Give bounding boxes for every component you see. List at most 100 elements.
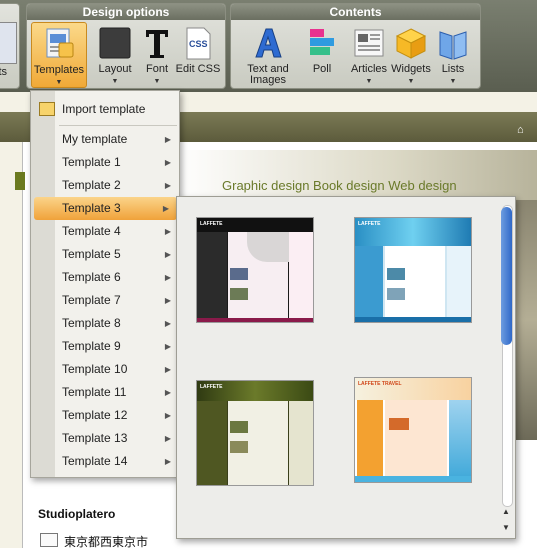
chevron-down-icon: ▼	[55, 79, 63, 86]
chevron-right-icon: ▶	[164, 296, 171, 305]
ribbon-partial-label: cts	[0, 66, 8, 78]
contents-group: Contents Text and Images Poll Articles ▼	[230, 3, 481, 89]
text-images-icon	[250, 26, 286, 62]
thumbnail-brand: LAFFETE TRAVEL	[358, 381, 402, 387]
menu-item-template-14[interactable]: Template 14 ▶	[31, 450, 179, 473]
contents-title: Contents	[231, 4, 480, 20]
menu-item-template-4[interactable]: Template 4 ▶	[31, 220, 179, 243]
import-template-icon	[39, 102, 55, 116]
chevron-right-icon: ▶	[164, 273, 171, 282]
menu-item-import-template[interactable]: Import template	[31, 95, 179, 123]
scroll-up-icon[interactable]: ▲	[500, 507, 512, 519]
menu-item-label: My template	[62, 132, 128, 146]
lists-label: Lists	[441, 63, 465, 75]
gallery-scrollbar[interactable]: ▲ ▼	[499, 205, 513, 535]
menu-item-label: Template 7	[62, 293, 121, 307]
widgets-icon	[393, 26, 429, 62]
edit-css-button[interactable]: CSS Edit CSS	[173, 22, 223, 88]
widgets-label: Widgets	[391, 63, 431, 75]
chevron-right-icon: ▶	[164, 434, 171, 443]
menu-item-label: Template 2	[62, 178, 121, 192]
menu-item-label: Template 13	[62, 431, 128, 445]
template-thumbnail[interactable]: LAFFETE	[354, 217, 472, 323]
studio-address: 東京都西東京市	[64, 535, 149, 549]
templates-icon	[41, 27, 77, 63]
chevron-right-icon: ▶	[164, 411, 171, 420]
menu-item-template-10[interactable]: Template 10 ▶	[31, 358, 179, 381]
layout-icon	[97, 26, 133, 62]
menu-item-label: Template 12	[62, 408, 128, 422]
scrollbar-thumb[interactable]	[501, 207, 512, 345]
menu-item-template-13[interactable]: Template 13 ▶	[31, 427, 179, 450]
menu-item-label: Template 10	[62, 362, 128, 376]
chevron-right-icon: ▶	[164, 250, 171, 259]
templates-label: Templates	[33, 64, 85, 76]
menu-item-label: Template 14	[62, 454, 128, 468]
chevron-right-icon: ▶	[162, 204, 169, 213]
font-icon	[139, 26, 175, 62]
font-label: Font	[145, 63, 168, 75]
site-nav-marker	[15, 172, 25, 190]
templates-menu: Import template My template ▶ Template 1 ▶…	[30, 90, 180, 478]
template-thumbnail[interactable]: LAFFETE	[196, 217, 314, 323]
text-images-button[interactable]: Text and Images	[239, 22, 297, 88]
poll-button[interactable]: Poll	[297, 22, 347, 88]
studio-name: Studioplatero	[38, 507, 116, 521]
menu-item-label: Template 6	[62, 270, 121, 284]
menu-item-template-5[interactable]: Template 5 ▶	[31, 243, 179, 266]
chevron-right-icon: ▶	[164, 135, 171, 144]
chevron-right-icon: ▶	[164, 158, 171, 167]
menu-item-label: Template 3	[62, 201, 121, 215]
menu-item-label: Template 4	[62, 224, 121, 238]
chevron-right-icon: ▶	[164, 457, 171, 466]
css-icon: CSS	[180, 26, 216, 62]
chevron-right-icon: ▶	[164, 365, 171, 374]
chevron-down-icon: ▼	[449, 78, 457, 85]
chevron-right-icon: ▶	[164, 319, 171, 328]
menu-item-template-1[interactable]: Template 1 ▶	[31, 151, 179, 174]
thumbnail-brand: LAFFETE	[358, 221, 381, 227]
menu-item-template-11[interactable]: Template 11 ▶	[31, 381, 179, 404]
menu-item-label: Template 1	[62, 155, 121, 169]
lists-icon	[435, 26, 471, 62]
text-images-label: Text and Images	[247, 63, 289, 86]
articles-icon	[351, 26, 387, 62]
design-options-group: Design options Templates ▼ Layout ▼ Font…	[26, 3, 226, 89]
address-card-icon	[40, 533, 58, 547]
site-tagline: Graphic design Book design Web design	[222, 178, 457, 193]
import-template-label: Import template	[62, 102, 146, 116]
chevron-right-icon: ▶	[164, 181, 171, 190]
menu-item-my-template[interactable]: My template ▶	[31, 128, 179, 151]
design-options-title: Design options	[27, 4, 225, 20]
menu-item-template-6[interactable]: Template 6 ▶	[31, 266, 179, 289]
menu-item-template-7[interactable]: Template 7 ▶	[31, 289, 179, 312]
template-thumbnail[interactable]: LAFFETE	[196, 380, 314, 486]
template-gallery-panel: LAFFETE LAFFETE LAFFETE LAFFETE TRAVEL ▲…	[176, 196, 516, 539]
ribbon-toolbar: cts Design options Templates ▼ Layout ▼ …	[0, 0, 537, 92]
poll-label: Poll	[312, 63, 332, 75]
articles-label: Articles	[350, 63, 388, 75]
menu-item-label: Template 9	[62, 339, 121, 353]
poll-icon	[304, 26, 340, 62]
scroll-down-icon[interactable]: ▼	[500, 523, 512, 535]
menu-item-template-2[interactable]: Template 2 ▶	[31, 174, 179, 197]
templates-button[interactable]: Templates ▼	[31, 22, 87, 88]
chevron-right-icon: ▶	[164, 388, 171, 397]
chevron-right-icon: ▶	[164, 342, 171, 351]
thumbnail-brand: LAFFETE	[200, 221, 223, 227]
ribbon-group-partial: cts	[0, 3, 20, 89]
menu-item-template-8[interactable]: Template 8 ▶	[31, 312, 179, 335]
menu-item-label: Template 8	[62, 316, 121, 330]
template-thumbnail[interactable]: LAFFETE TRAVEL	[354, 377, 472, 483]
menu-item-label: Template 11	[62, 385, 127, 399]
lists-button[interactable]: Lists ▼	[427, 22, 479, 88]
menu-item-template-3[interactable]: Template 3 ▶	[34, 197, 177, 220]
menu-item-template-12[interactable]: Template 12 ▶	[31, 404, 179, 427]
menu-item-label: Template 5	[62, 247, 121, 261]
svg-text:CSS: CSS	[189, 39, 208, 49]
layout-label: Layout	[98, 63, 132, 75]
menu-item-template-9[interactable]: Template 9 ▶	[31, 335, 179, 358]
thumbnail-brand: LAFFETE	[200, 384, 223, 390]
edit-css-label: Edit CSS	[175, 63, 221, 75]
home-icon[interactable]: ⌂	[517, 124, 524, 136]
